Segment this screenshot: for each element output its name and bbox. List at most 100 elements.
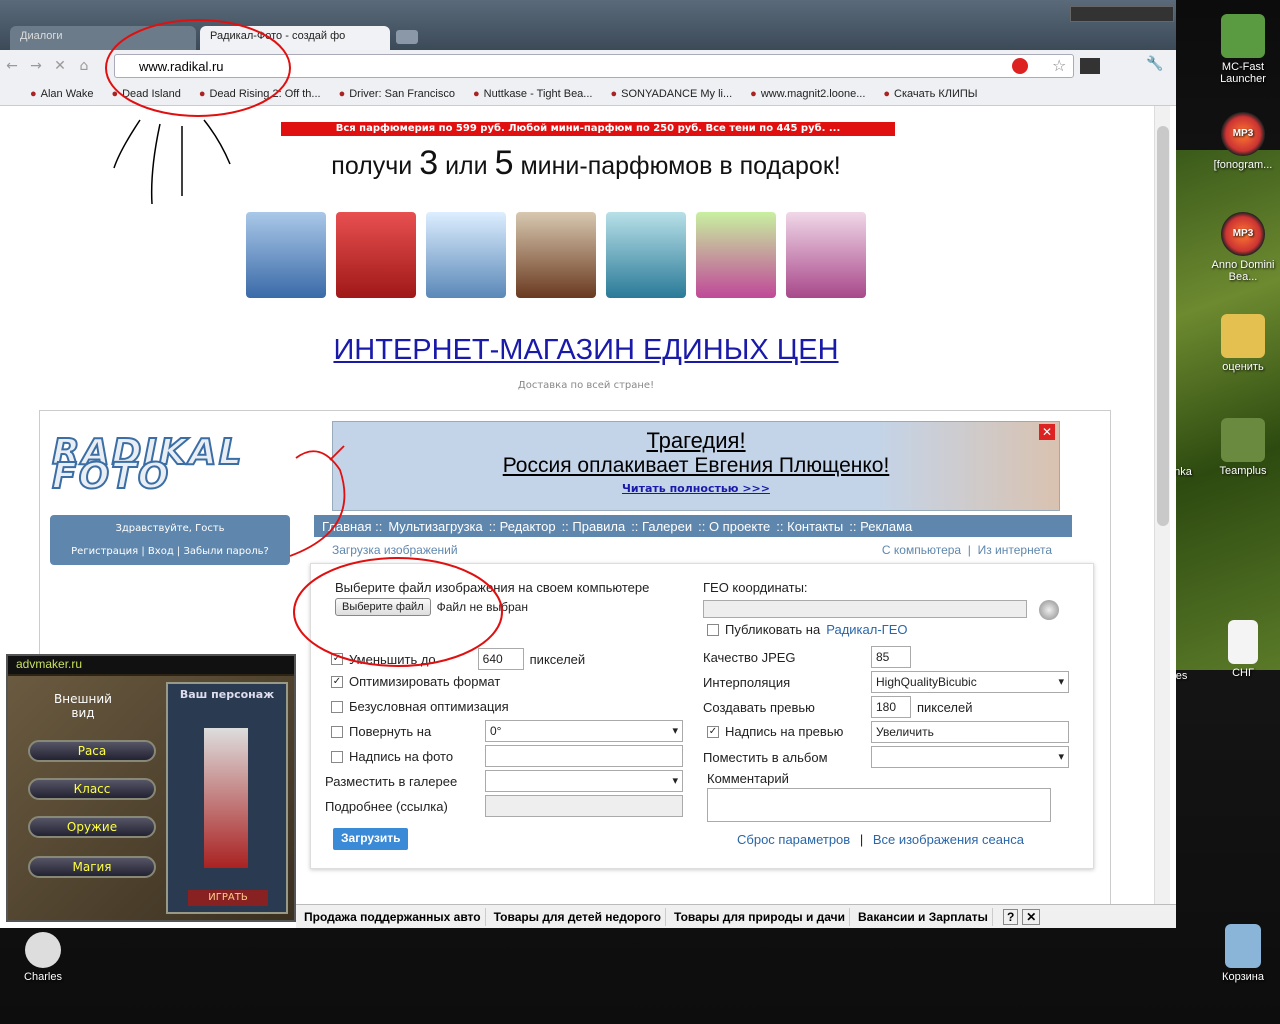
more-input[interactable] — [485, 795, 683, 817]
bottom-ad-item[interactable]: Продажа поддержанных авто — [300, 907, 486, 926]
page-scrollbar[interactable] — [1154, 106, 1170, 904]
menu-item[interactable]: Мультизагрузка — [388, 519, 482, 534]
back-icon[interactable]: ← — [0, 58, 24, 74]
auth-links[interactable]: Регистрация | Вход | Забыли пароль? — [50, 546, 290, 557]
stop-icon[interactable]: ✕ — [48, 58, 72, 74]
bookmark-item[interactable]: Скачать КЛИПЫ — [883, 88, 977, 100]
desktop-icon-teamplus[interactable]: Teamplus — [1208, 418, 1278, 477]
tab-dialogs[interactable]: Диалоги — [10, 26, 196, 50]
choose-file-button[interactable]: Выберите файл — [335, 598, 431, 616]
reduce-checkbox[interactable]: ✓ — [331, 653, 343, 665]
reset-link[interactable]: Сброс параметров — [737, 832, 850, 847]
bookmark-item[interactable]: Dead Rising 2: Off th... — [199, 88, 320, 100]
perfume-gallery[interactable] — [246, 212, 866, 298]
promo-headline[interactable]: получи 3 или 5 мини-парфюмов в подарок! — [6, 144, 1154, 183]
all-images-link[interactable]: Все изображения сеанса — [873, 832, 1024, 847]
from-computer-link[interactable]: С компьютера — [882, 543, 961, 557]
pixels-label: пикселей — [529, 651, 586, 667]
choose-file-row: Выберите файл изображения на своем компь… — [335, 580, 649, 595]
close-icon[interactable]: ✕ — [1039, 424, 1055, 440]
desktop-icon-mc-fast[interactable]: MC-Fast Launcher — [1208, 14, 1278, 85]
bookmark-item[interactable]: SONYADANCE My li... — [610, 88, 732, 100]
menu-item[interactable]: :: Контакты — [776, 519, 843, 534]
address-bar[interactable]: www.radikal.ru — [114, 54, 1074, 78]
bookmark-item[interactable]: Dead Island — [111, 88, 181, 100]
caption-checkbox[interactable] — [331, 750, 343, 763]
form-footer-links: Сброс параметров | Все изображения сеанс… — [737, 832, 1024, 847]
home-icon[interactable]: ⌂ — [72, 58, 96, 74]
album-select[interactable] — [871, 746, 1069, 768]
menu-item[interactable]: :: О проекте — [698, 519, 770, 534]
adblock-icon[interactable] — [1012, 58, 1028, 74]
optimize-checkbox[interactable]: ✓ — [331, 675, 343, 688]
bookmark-star-icon[interactable]: ☆ — [1052, 56, 1066, 75]
desktop-icon-anno[interactable]: MP3 Anno Domini Bea... — [1208, 212, 1278, 283]
bottom-ad-item[interactable]: Товары для детей недорого — [490, 907, 666, 926]
perfume-image[interactable] — [426, 212, 506, 298]
menu-item[interactable]: :: Редактор — [489, 519, 556, 534]
bottom-ad-item[interactable]: Вакансии и Зарплаты — [854, 907, 993, 926]
wrench-icon[interactable]: 🔧 — [1146, 56, 1163, 72]
album-row: Поместить в альбом — [703, 750, 828, 765]
uncond-checkbox[interactable] — [331, 700, 343, 713]
ad-read-more[interactable]: Читать полностью >>> — [333, 482, 1059, 495]
perfume-image[interactable] — [696, 212, 776, 298]
class-button[interactable]: Класс — [28, 778, 156, 800]
rotate-checkbox[interactable] — [331, 725, 343, 738]
interp-select[interactable]: HighQualityBicubic — [871, 671, 1069, 693]
menu-item[interactable]: :: Галереи — [631, 519, 692, 534]
forward-icon[interactable]: → — [24, 58, 48, 74]
extension-icon[interactable] — [1080, 58, 1100, 74]
caption-input[interactable] — [485, 745, 683, 767]
close-icon[interactable]: ✕ — [1022, 908, 1041, 925]
help-icon[interactable]: ? — [1002, 908, 1019, 925]
comment-textarea[interactable] — [707, 788, 1051, 822]
upload-form: Выберите файл изображения на своем компь… — [310, 563, 1094, 869]
publish-checkbox[interactable] — [707, 623, 719, 636]
desktop-icon-rate[interactable]: оценить — [1208, 314, 1278, 373]
geo-input[interactable] — [703, 600, 1027, 618]
play-button[interactable]: ИГРАТЬ — [188, 890, 268, 906]
tab-radikal[interactable]: Радикал-Фото - создай фо — [200, 26, 390, 50]
bookmark-item[interactable]: Nuttkase - Tight Bea... — [473, 88, 593, 100]
advmaker-widget[interactable]: advmaker.ru Внешний вид Раса Класс Оружи… — [6, 654, 296, 922]
bookmark-item[interactable]: Alan Wake — [30, 88, 94, 100]
preview-input[interactable]: 180 — [871, 696, 911, 718]
bottom-ad-item[interactable]: Товары для природы и дачи — [670, 907, 850, 926]
perfume-image[interactable] — [606, 212, 686, 298]
rotate-select[interactable]: 0° — [485, 720, 683, 742]
globe-icon[interactable] — [1039, 600, 1059, 620]
menu-item[interactable]: :: Реклама — [849, 519, 912, 534]
preview-caption-input[interactable]: Увеличить — [871, 721, 1069, 743]
perfume-image[interactable] — [336, 212, 416, 298]
desktop-icon-fonogram[interactable]: MP3 [fonogram... — [1208, 112, 1278, 171]
ad-banner[interactable]: Трагедия! Россия оплакивает Евгения Плющ… — [332, 421, 1060, 511]
menu-item[interactable]: Главная :: — [322, 519, 382, 534]
radikal-logo[interactable]: RADIKAL FOTO — [51, 434, 292, 496]
menu-item[interactable]: :: Правила — [562, 519, 626, 534]
gallery-select[interactable] — [485, 770, 683, 792]
preview-caption-checkbox[interactable]: ✓ — [707, 725, 719, 738]
magic-button[interactable]: Магия — [28, 856, 156, 878]
window-controls[interactable] — [1070, 6, 1174, 22]
perfume-image[interactable] — [516, 212, 596, 298]
bookmark-item[interactable]: www.magnit2.loone... — [750, 88, 866, 100]
bookmark-item[interactable]: Driver: San Francisco — [339, 88, 455, 100]
desktop-icon-charles[interactable]: Charles — [8, 932, 78, 983]
perfume-image[interactable] — [246, 212, 326, 298]
new-tab-button[interactable] — [396, 30, 418, 44]
weapon-button[interactable]: Оружие — [28, 816, 156, 838]
desktop-icon-recycle-bin[interactable]: Корзина — [1208, 924, 1278, 983]
jpeg-label: Качество JPEG — [703, 650, 796, 665]
upload-button[interactable]: Загрузить — [333, 828, 409, 850]
perfume-image[interactable] — [786, 212, 866, 298]
scroll-thumb[interactable] — [1157, 126, 1169, 526]
race-button[interactable]: Раса — [28, 740, 156, 762]
reduce-input[interactable]: 640 — [477, 648, 524, 670]
jpeg-input[interactable]: 85 — [871, 646, 911, 668]
shop-link[interactable]: ИНТЕРНЕТ-МАГАЗИН ЕДИНЫХ ЦЕН — [6, 334, 1154, 367]
promo-red-bar[interactable]: Вся парфюмерия по 599 руб. Любой мини-па… — [281, 122, 895, 136]
radikal-geo-link[interactable]: Радикал-ГЕО — [826, 622, 907, 637]
desktop-icon-sng[interactable]: СНГ — [1208, 620, 1278, 679]
from-internet-link[interactable]: Из интернета — [978, 543, 1052, 557]
